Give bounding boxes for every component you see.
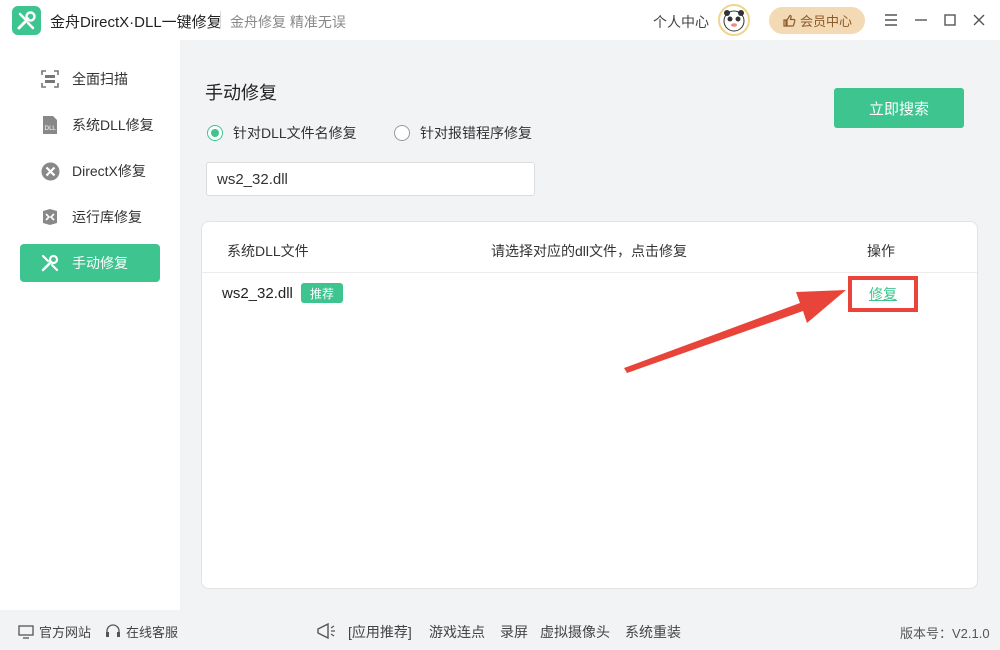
footer-link-game-clicker[interactable]: 游戏连点 [429, 622, 485, 642]
minimize-icon[interactable] [912, 11, 930, 29]
table-header-file: 系统DLL文件 [227, 243, 309, 259]
menu-icon[interactable] [882, 11, 900, 29]
member-center-button[interactable]: 会员中心 [769, 7, 865, 34]
recommend-badge: 推荐 [301, 283, 343, 303]
headset-icon [106, 624, 120, 637]
sidebar-item-label: DirectX修复 [72, 163, 146, 179]
version-label: 版本号：V2.1.0 [900, 626, 990, 641]
official-site-link[interactable]: 官方网站 [18, 622, 91, 641]
online-service-link[interactable]: 在线客服 [105, 622, 178, 641]
sidebar-item-full-scan[interactable]: 全面扫描 [20, 60, 160, 98]
scan-icon [40, 69, 60, 89]
page-title: 手动修复 [205, 83, 277, 103]
monitor-icon [18, 624, 34, 639]
sidebar-item-label: 手动修复 [72, 255, 128, 271]
sidebar-item-directx[interactable]: DirectX修复 [20, 152, 160, 190]
directx-icon [40, 161, 60, 181]
member-center-label: 会员中心 [799, 14, 852, 29]
official-site-label: 官方网站 [39, 625, 92, 640]
online-service-label: 在线客服 [126, 625, 179, 640]
app-title: 金舟DirectX·DLL一键修复 [50, 14, 222, 31]
sidebar-item-label: 运行库修复 [72, 209, 142, 225]
fix-link-label[interactable]: 修复 [869, 284, 897, 304]
sidebar-item-label: 全面扫描 [72, 71, 128, 87]
app-slogan: 金舟修复 精准无误 [230, 14, 346, 30]
table-header-instruction: 请选择对应的dll文件，点击修复 [491, 243, 688, 259]
runtime-icon [40, 207, 60, 227]
footer-link-system-reinstall[interactable]: 系统重装 [625, 622, 681, 642]
footer-link-screen-record[interactable]: 录屏 [500, 622, 528, 642]
fix-link[interactable]: 修复 [848, 276, 918, 312]
app-recommend-label: [应用推荐] [348, 624, 412, 640]
table-header-action: 操作 [867, 243, 895, 259]
svg-text:DLL: DLL [44, 125, 56, 132]
dll-icon: DLL [40, 115, 60, 135]
main-panel: 手动修复 立即搜索 针对DLL文件名修复 针对报错程序修复 系统DLL文件 请选… [180, 40, 1000, 610]
dll-table: 系统DLL文件 请选择对应的dll文件，点击修复 操作 ws2_32.dll 推… [201, 221, 978, 589]
search-now-button[interactable]: 立即搜索 [834, 88, 964, 128]
dll-name-input[interactable] [206, 162, 535, 196]
avatar[interactable] [718, 4, 750, 36]
title-divider [220, 11, 221, 29]
sidebar: 全面扫描 DLL 系统DLL修复 DirectX修复 运行库修复 手动修复 [0, 40, 180, 610]
app-logo [12, 6, 41, 35]
radio-error-program[interactable]: 针对报错程序修复 [394, 123, 532, 143]
radio-label: 针对报错程序修复 [420, 125, 532, 141]
sidebar-item-manual-fix[interactable]: 手动修复 [20, 244, 160, 282]
megaphone-icon [316, 622, 336, 640]
wrench-icon [40, 253, 60, 273]
radio-checked-icon[interactable] [207, 125, 223, 141]
radio-label: 针对DLL文件名修复 [233, 125, 357, 141]
close-icon[interactable] [970, 11, 988, 29]
personal-center-link[interactable]: 个人中心 [653, 12, 709, 32]
radio-unchecked-icon[interactable] [394, 125, 410, 141]
thumbs-up-icon [783, 14, 796, 27]
radio-dll-name[interactable]: 针对DLL文件名修复 [207, 123, 357, 143]
title-bar: 金舟DirectX·DLL一键修复 金舟修复 精准无误 个人中心 会员中心 [0, 0, 1000, 40]
sidebar-item-runtime[interactable]: 运行库修复 [20, 198, 160, 236]
footer: 官方网站 在线客服 [应用推荐] 游戏连点 录屏 虚拟摄像头 系统重装 版本号：… [0, 610, 1000, 650]
sidebar-item-system-dll[interactable]: DLL 系统DLL修复 [20, 106, 160, 144]
table-header-divider [202, 272, 977, 273]
maximize-icon[interactable] [941, 11, 959, 29]
sidebar-item-label: 系统DLL修复 [72, 117, 154, 133]
table-cell-file: ws2_32.dll [222, 285, 293, 302]
footer-link-virtual-camera[interactable]: 虚拟摄像头 [540, 622, 610, 642]
